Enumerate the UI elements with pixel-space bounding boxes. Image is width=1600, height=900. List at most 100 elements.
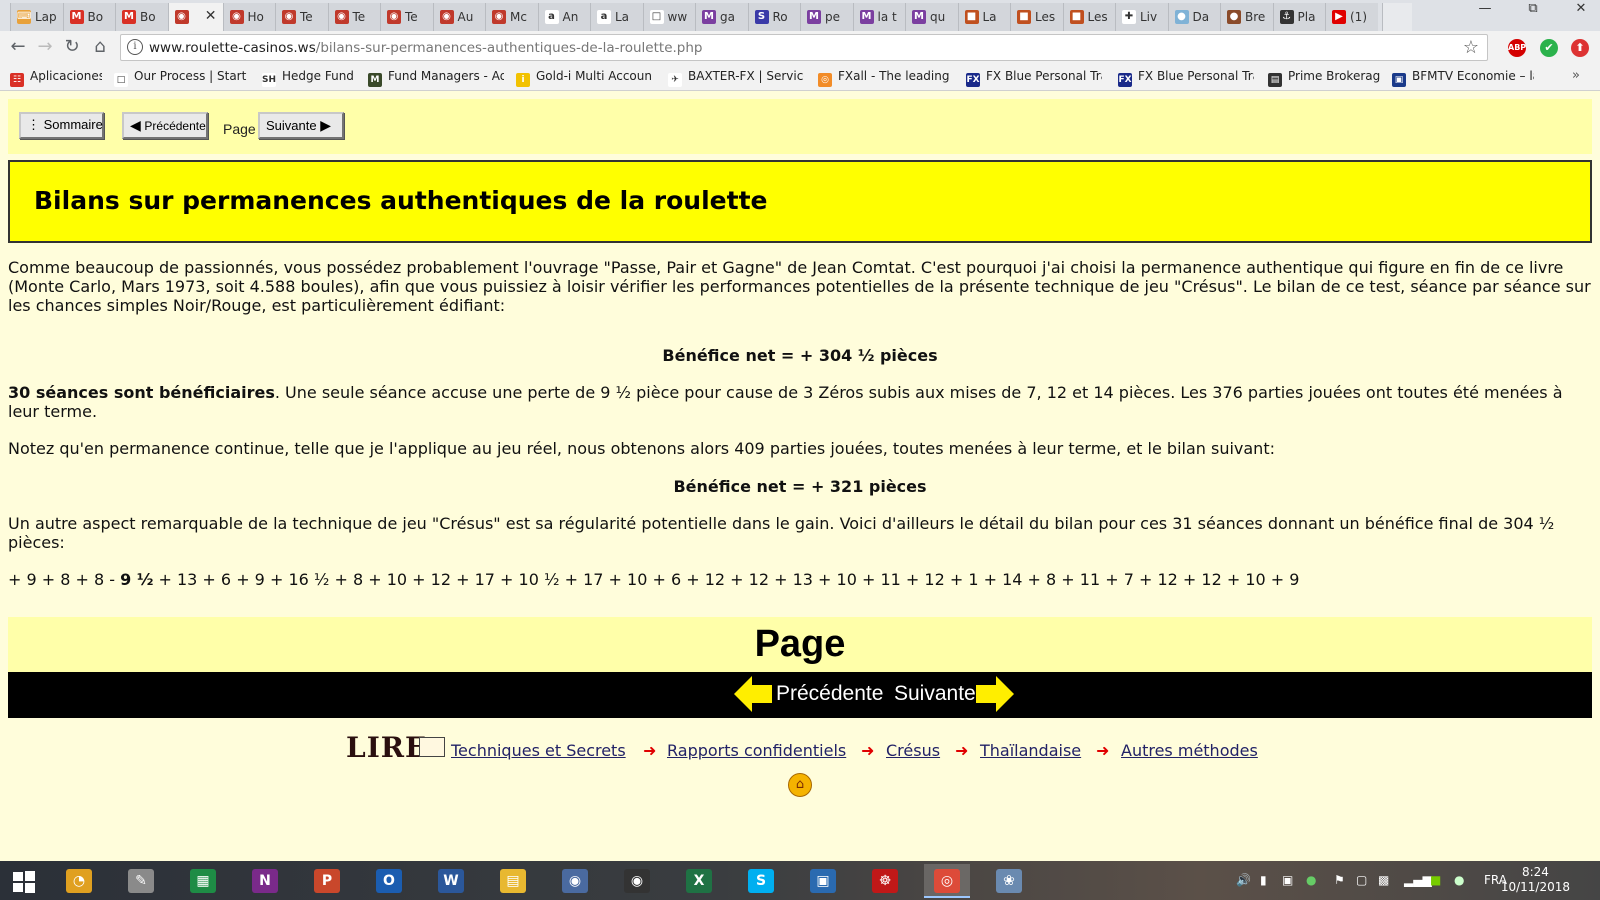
bookmark-item[interactable]: FX FX Blue Personal Trac [1118, 69, 1254, 87]
start-button[interactable] [0, 864, 48, 898]
bookmark-item[interactable]: ✈ BAXTER-FX | Services [668, 69, 804, 87]
browser-tab[interactable]: ■ Les [1010, 3, 1063, 31]
bookmark-item[interactable]: i Gold-i Multi Account [516, 69, 652, 87]
tab-favicon-icon: M [702, 10, 716, 24]
bookmark-item[interactable]: ▣ BFMTV Economie – la [1392, 69, 1534, 87]
tab-favicon-icon: ■ [964, 10, 979, 24]
bookmark-item[interactable]: SH Hedge Funds [262, 69, 354, 87]
precedente-button[interactable]: ◀ Précédente [122, 112, 208, 139]
browser-tab[interactable]: ● Da [1167, 3, 1220, 31]
taskbar-app-explorer[interactable]: ▤ [490, 864, 536, 898]
browser-tab[interactable]: Mpe [800, 3, 853, 31]
browser-tab[interactable]: ■ La [957, 3, 1010, 31]
taskbar-app-chrome-canary[interactable]: ◔ [56, 864, 102, 898]
regularity-paragraph: Un autre aspect remarquable de la techni… [8, 514, 1555, 552]
browser-tab[interactable]: M Bo [115, 3, 168, 31]
taskbar-app-owl-app[interactable]: ◉ [552, 864, 598, 898]
url-domain: www.roulette-casinos.ws [149, 40, 316, 56]
usb-icon[interactable]: ▢ [1356, 873, 1367, 887]
bookmark-item[interactable]: M Fund Managers - Adv [368, 69, 504, 87]
adblock-extension-icon[interactable]: ABP [1508, 39, 1526, 57]
bookmark-item[interactable]: ◎ FXall - The leading in [818, 69, 954, 87]
bookmark-item[interactable]: ▤ Prime Brokerage [1268, 69, 1380, 87]
browser-tab[interactable]: ▶ (1) [1325, 3, 1378, 31]
restore-button[interactable]: ⧉ [1518, 0, 1548, 20]
check-extension-icon[interactable]: ✔ [1540, 39, 1558, 57]
new-tab-button[interactable] [1381, 3, 1412, 31]
browser-tab[interactable]: ◉ Mc [485, 3, 538, 31]
browser-tab[interactable]: □ ww [642, 3, 695, 31]
clock[interactable]: 8:24 10/11/2018 [1501, 865, 1570, 895]
taskbar-app-powerpoint[interactable]: P [304, 864, 350, 898]
browser-tab[interactable]: a An [537, 3, 590, 31]
link-techniques-et-secrets[interactable]: Techniques et Secrets [451, 741, 626, 760]
browser-tab[interactable]: a La [590, 3, 643, 31]
bookmark-item[interactable]: □ Our Process | Start a [114, 69, 250, 87]
taskbar-app-outlook[interactable]: O [366, 864, 412, 898]
browser-tab[interactable]: Mga [695, 3, 748, 31]
flag-icon[interactable]: ⚑ [1334, 873, 1345, 887]
close-window-button[interactable]: ✕ [1566, 0, 1596, 20]
device-icon[interactable]: ▩ [1378, 873, 1389, 887]
bookmark-star-icon[interactable]: ☆ [1463, 37, 1479, 58]
taskbar-app-notepad[interactable]: ✎ [118, 864, 164, 898]
home-icon[interactable]: ⌂ [88, 36, 112, 60]
suivante-button[interactable]: Suivante ▶ [258, 112, 344, 139]
browser-tab[interactable]: Mla t [852, 3, 905, 31]
upload-extension-icon[interactable]: ⬆ [1571, 39, 1589, 57]
link-cresus[interactable]: Crésus [886, 741, 940, 760]
site-info-icon[interactable]: i [127, 39, 143, 55]
home-icon[interactable]: ⌂ [788, 773, 812, 797]
signal-icon[interactable]: ▂▄▆ [1404, 873, 1432, 887]
browser-tab[interactable]: ⚓ Pla [1272, 3, 1325, 31]
taskbar-app-excel[interactable]: X [676, 864, 722, 898]
yellow-left-arrow-icon[interactable] [734, 675, 772, 713]
browser-tab[interactable]: ● Bre [1220, 3, 1273, 31]
taskbar-app-acrobat[interactable]: ☸ [862, 864, 908, 898]
yellow-right-arrow-icon[interactable] [976, 675, 1014, 713]
browser-tab[interactable]: S Ro [747, 3, 800, 31]
taskbar-app-owl-dark[interactable]: ◉ [614, 864, 660, 898]
url-text[interactable]: www.roulette-casinos.ws/bilans-sur-perma… [149, 40, 703, 56]
browser-tab[interactable]: ◉ Te [275, 3, 328, 31]
more-bookmarks-icon[interactable]: » [1572, 68, 1580, 83]
battery-icon[interactable]: ▮ [1260, 873, 1267, 887]
taskbar-app-paint[interactable]: ❀ [986, 864, 1032, 898]
chat-icon[interactable]: ● [1454, 873, 1464, 887]
reload-icon[interactable]: ↻ [60, 36, 84, 60]
forward-icon[interactable]: → [33, 36, 57, 60]
nvidia-icon[interactable]: ■ [1430, 873, 1441, 887]
back-icon[interactable]: ← [6, 36, 30, 60]
volume-icon[interactable]: 🔊 [1236, 873, 1251, 887]
taskbar-app-chrome[interactable]: ◎ [924, 864, 970, 898]
browser-tab[interactable]: ◉ Au [432, 3, 485, 31]
browser-tab[interactable]: ◉ Te [327, 3, 380, 31]
taskbar-app-network[interactable]: ▣ [800, 864, 846, 898]
minimize-button[interactable]: — [1470, 0, 1500, 20]
taskbar-app-skype[interactable]: S [738, 864, 784, 898]
browser-tab[interactable]: ■ Les [1062, 3, 1115, 31]
taskbar-app-project[interactable]: ▦ [180, 864, 226, 898]
update-icon[interactable]: ● [1306, 873, 1316, 887]
browser-tab[interactable]: Mqu [905, 3, 958, 31]
browser-tab[interactable]: ⌨ Lap [10, 3, 63, 31]
browser-tab[interactable]: ✚ Liv [1115, 3, 1168, 31]
browser-tab[interactable]: ◉ ✕ [167, 3, 223, 31]
bottom-suivante-link[interactable]: Suivante [894, 681, 976, 707]
tab-close-icon[interactable]: ✕ [205, 8, 217, 24]
network-icon[interactable]: ▣ [1282, 873, 1293, 887]
browser-tab[interactable]: M Bo [62, 3, 115, 31]
bookmark-item[interactable]: FX FX Blue Personal Trac [966, 69, 1102, 87]
address-bar[interactable]: i www.roulette-casinos.ws/bilans-sur-per… [120, 34, 1488, 61]
link-autres-methodes[interactable]: Autres méthodes [1121, 741, 1258, 760]
bookmark-item[interactable]: ☷ Aplicaciones [10, 69, 102, 87]
taskbar-app-word[interactable]: W [428, 864, 474, 898]
browser-tab[interactable]: ◉ Ho [222, 3, 275, 31]
link-thailandaise[interactable]: Thaïlandaise [980, 741, 1081, 760]
sommaire-button[interactable]: ⋮ Sommaire [19, 112, 104, 139]
browser-tab[interactable]: ◉ Te [380, 3, 433, 31]
link-rapports-confidentiels[interactable]: Rapports confidentiels [667, 741, 846, 760]
taskbar-app-onenote[interactable]: N [242, 864, 288, 898]
notepad-icon: ✎ [128, 869, 154, 893]
bottom-precedente-link[interactable]: Précédente [776, 681, 883, 707]
